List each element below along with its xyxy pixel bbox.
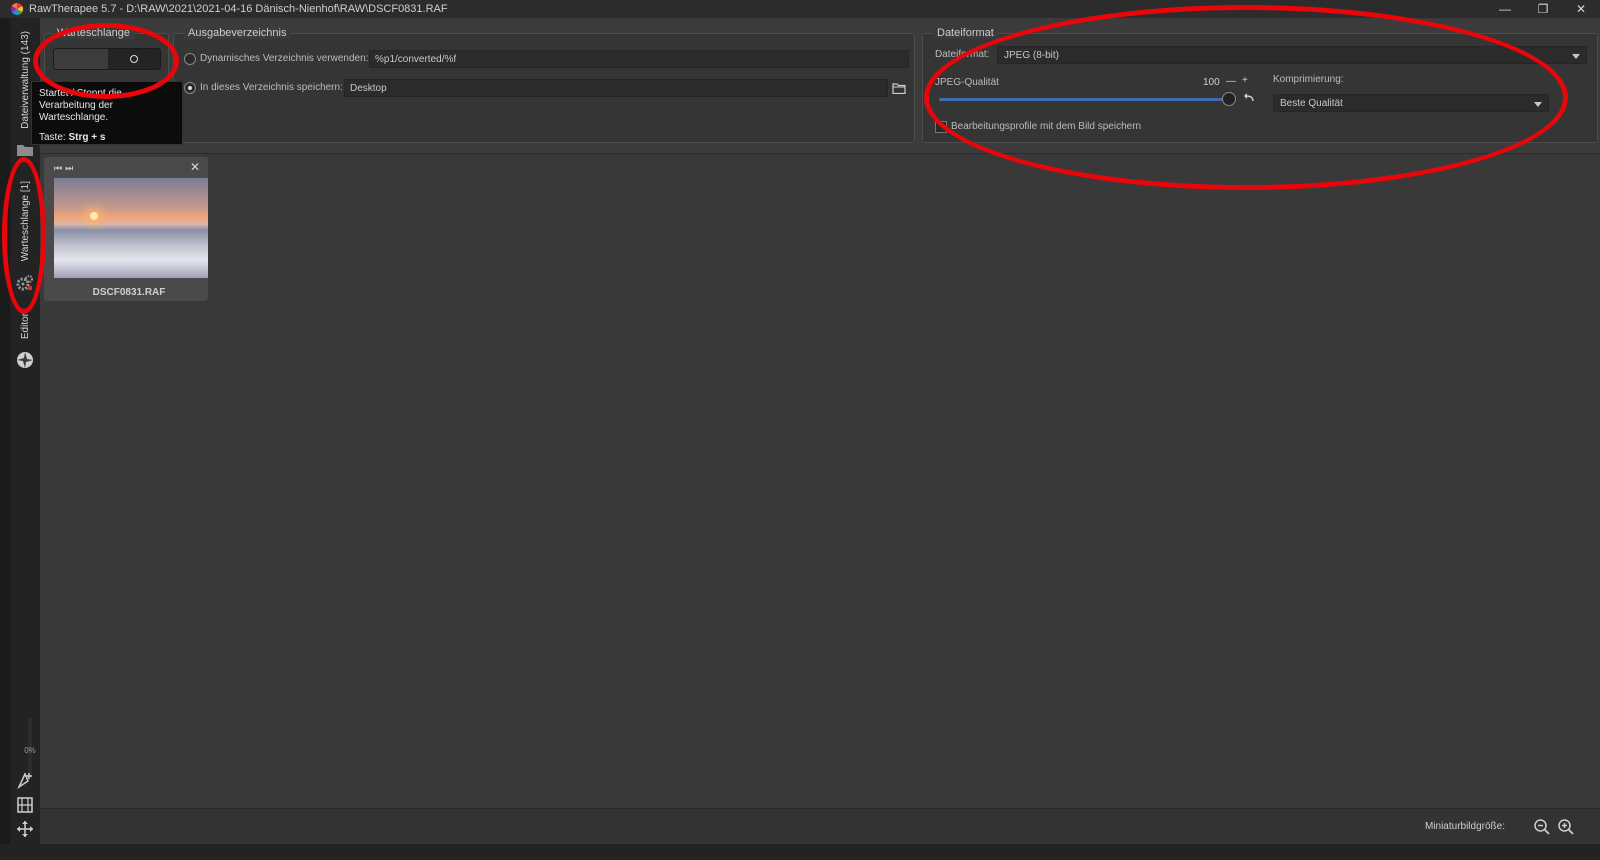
filmstrip-icon[interactable] (15, 795, 35, 815)
thumbnail-size-label: Miniaturbildgröße: (1424, 821, 1505, 832)
chevron-down-icon (1534, 102, 1542, 107)
remove-from-queue-icon[interactable]: ✕ (190, 160, 200, 174)
toggle-knob-icon (130, 55, 138, 63)
window-controls: — ❐ ✕ (1486, 0, 1600, 18)
left-edge (0, 18, 10, 860)
tab-file-browser-label: Dateiverwaltung (143) (19, 31, 31, 129)
jpeg-quality-slider-thumb[interactable] (1222, 92, 1236, 106)
toggle-off-side (54, 49, 108, 69)
title-bar: RawTherapee 5.7 - D:\RAW\2021\2021-04-16… (0, 0, 1600, 18)
queue-thumbnail-area: ⏮⏭ ✕ DSCF0831.RAF (40, 154, 1600, 808)
tooltip-description: Startet / Stoppt die Verarbeitung der Wa… (39, 88, 122, 123)
dynamic-dir-radio[interactable] (184, 53, 196, 65)
tab-editor[interactable]: Editor (10, 308, 40, 344)
fixed-dir-label: In dieses Verzeichnis speichern: (200, 82, 343, 93)
tooltip-key-prefix: Taste: (39, 132, 69, 143)
move-to-start-end-icons[interactable]: ⏮⏭ (54, 163, 76, 174)
compression-label: Komprimierung: (1273, 74, 1344, 85)
tooltip-key: Strg + s (68, 132, 106, 143)
toggle-on-side (108, 49, 160, 69)
format-value: JPEG (8-bit) (1004, 50, 1060, 61)
rawtherapee-logo-icon (11, 3, 23, 15)
aperture-icon[interactable] (15, 350, 35, 370)
quality-decrease-button[interactable]: — (1226, 76, 1236, 87)
thumbnail-image[interactable] (54, 178, 208, 278)
tooltip-shortcut: Taste: Strg + s (39, 132, 175, 144)
new-editor-window-icon[interactable] (15, 770, 35, 790)
save-profiles-label: Bearbeitungsprofile mit dem Bild speiche… (951, 121, 1142, 132)
fixed-dir-radio[interactable] (184, 82, 196, 94)
zoom-in-icon[interactable] (1556, 817, 1576, 837)
window-title: RawTherapee 5.7 - D:\RAW\2021\2021-04-16… (29, 3, 448, 15)
format-dropdown[interactable]: JPEG (8-bit) (997, 46, 1587, 64)
save-profiles-checkbox[interactable] (935, 121, 947, 133)
start-stop-tooltip: Startet / Stoppt die Verarbeitung der Wa… (31, 81, 183, 145)
jpeg-quality-value[interactable]: 100 (1203, 77, 1220, 88)
thumbnail-filename: DSCF0831.RAF (92, 287, 166, 298)
file-format-frame: Dateiformat Dateiformat: JPEG (8-bit) JP… (922, 27, 1598, 143)
reset-arrow-icon[interactable] (1243, 92, 1257, 104)
tab-editor-label: Editor (19, 312, 31, 340)
queue-progress-label: 0% (24, 746, 36, 755)
browse-folder-button[interactable] (887, 79, 909, 97)
tab-queue-label: Warteschlange [1] (19, 180, 31, 262)
queue-item[interactable]: ⏮⏭ ✕ DSCF0831.RAF (44, 157, 208, 301)
queue-settings-panel: Warteschlange Ausgabeverzeichnis Dynamis… (40, 18, 1600, 154)
compression-value: Beste Qualität (1280, 98, 1343, 109)
maximize-button[interactable]: ❐ (1524, 0, 1562, 18)
dynamic-dir-input[interactable]: %p1/converted/%f (369, 50, 909, 68)
dynamic-dir-label: Dynamisches Verzeichnis verwenden: (200, 53, 369, 64)
thumbnail-sun (90, 212, 98, 220)
tab-queue[interactable]: Warteschlange [1] (10, 176, 40, 266)
jpeg-quality-slider-fill (939, 98, 1229, 101)
quality-increase-button[interactable]: + (1242, 75, 1248, 86)
compression-dropdown[interactable]: Beste Qualität (1273, 94, 1549, 112)
queue-start-stop-toggle[interactable] (53, 48, 161, 70)
bottom-edge (0, 844, 1600, 860)
move-arrows-icon[interactable] (15, 819, 35, 839)
gears-icon[interactable] (15, 273, 35, 293)
status-bar: Miniaturbildgröße: (40, 808, 1600, 844)
file-format-title: Dateiformat (933, 27, 998, 39)
output-directory-frame: Ausgabeverzeichnis Dynamisches Verzeichn… (173, 27, 915, 143)
zoom-out-icon[interactable] (1532, 817, 1552, 837)
jpeg-quality-slider[interactable] (939, 92, 1236, 106)
chevron-down-icon (1572, 54, 1580, 59)
format-label: Dateiformat: (935, 49, 990, 60)
jpeg-quality-label: JPEG-Qualität (935, 77, 999, 88)
queue-frame-title: Warteschlange (53, 27, 134, 39)
close-button[interactable]: ✕ (1562, 0, 1600, 18)
minimize-button[interactable]: — (1486, 0, 1524, 18)
fixed-dir-input[interactable]: Desktop (344, 79, 887, 97)
output-directory-title: Ausgabeverzeichnis (184, 27, 291, 39)
